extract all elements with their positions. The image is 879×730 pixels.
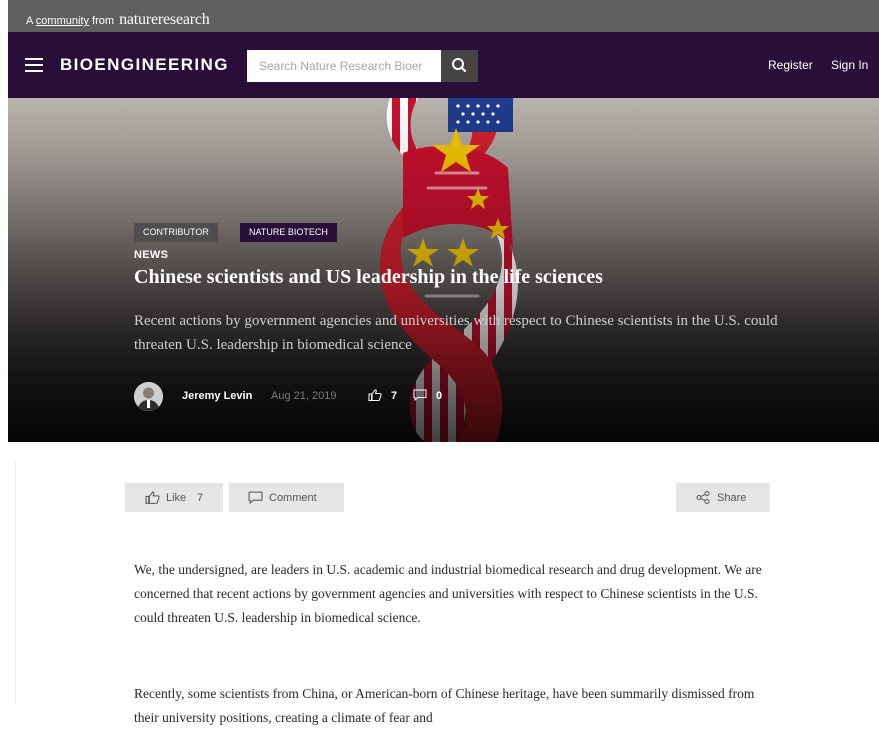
search-input[interactable] (247, 50, 441, 82)
article-category: NEWS (134, 249, 169, 261)
share-button[interactable]: Share (676, 483, 770, 512)
like-button-count: 7 (197, 492, 204, 504)
site-header: BIOENGINEERING Register Sign In (8, 32, 879, 98)
search-icon (452, 58, 467, 73)
comment-icon (248, 491, 263, 504)
article-paragraph: We, the undersigned, are leaders in U.S.… (134, 561, 762, 625)
comment-button[interactable]: Comment (229, 483, 344, 512)
article-subtitle: Recent actions by government agencies an… (134, 313, 778, 353)
menu-icon[interactable] (25, 58, 43, 72)
community-credit: A community from natureresearch (26, 11, 210, 28)
natureresearch-logo[interactable]: natureresearch (119, 11, 210, 28)
page-divider (15, 460, 16, 705)
article-title: Chinese scientists and US leadership in … (134, 266, 603, 288)
register-link[interactable]: Register (768, 58, 813, 72)
top-strip: A community from natureresearch (8, 0, 879, 32)
like-button-label: Like (166, 492, 187, 504)
nature-biotech-badge[interactable]: NATURE BIOTECH (240, 223, 337, 242)
comment-icon (413, 389, 427, 401)
search-button[interactable] (441, 50, 478, 82)
author-avatar[interactable] (134, 382, 163, 411)
like-button[interactable]: Like 7 (125, 483, 223, 512)
community-link[interactable]: community (36, 15, 89, 27)
share-button-label: Share (717, 492, 747, 504)
thumbs-up-icon (145, 491, 160, 504)
comment-button-label: Comment (269, 492, 317, 504)
comment-count: 0 (436, 390, 443, 402)
share-icon (696, 491, 710, 504)
publish-date: Aug 21, 2019 (271, 390, 337, 402)
author-name[interactable]: Jeremy Levin (182, 390, 252, 402)
sign-in-link[interactable]: Sign In (831, 58, 868, 72)
thumbs-up-icon (368, 389, 382, 401)
article-paragraph: Recently, some scientists from China, or… (134, 685, 755, 725)
like-count: 7 (391, 390, 398, 402)
article-hero: CONTRIBUTOR NATURE BIOTECH NEWS Chinese … (8, 98, 879, 442)
contributor-badge[interactable]: CONTRIBUTOR (134, 223, 218, 242)
site-name[interactable]: BIOENGINEERING (60, 55, 229, 75)
